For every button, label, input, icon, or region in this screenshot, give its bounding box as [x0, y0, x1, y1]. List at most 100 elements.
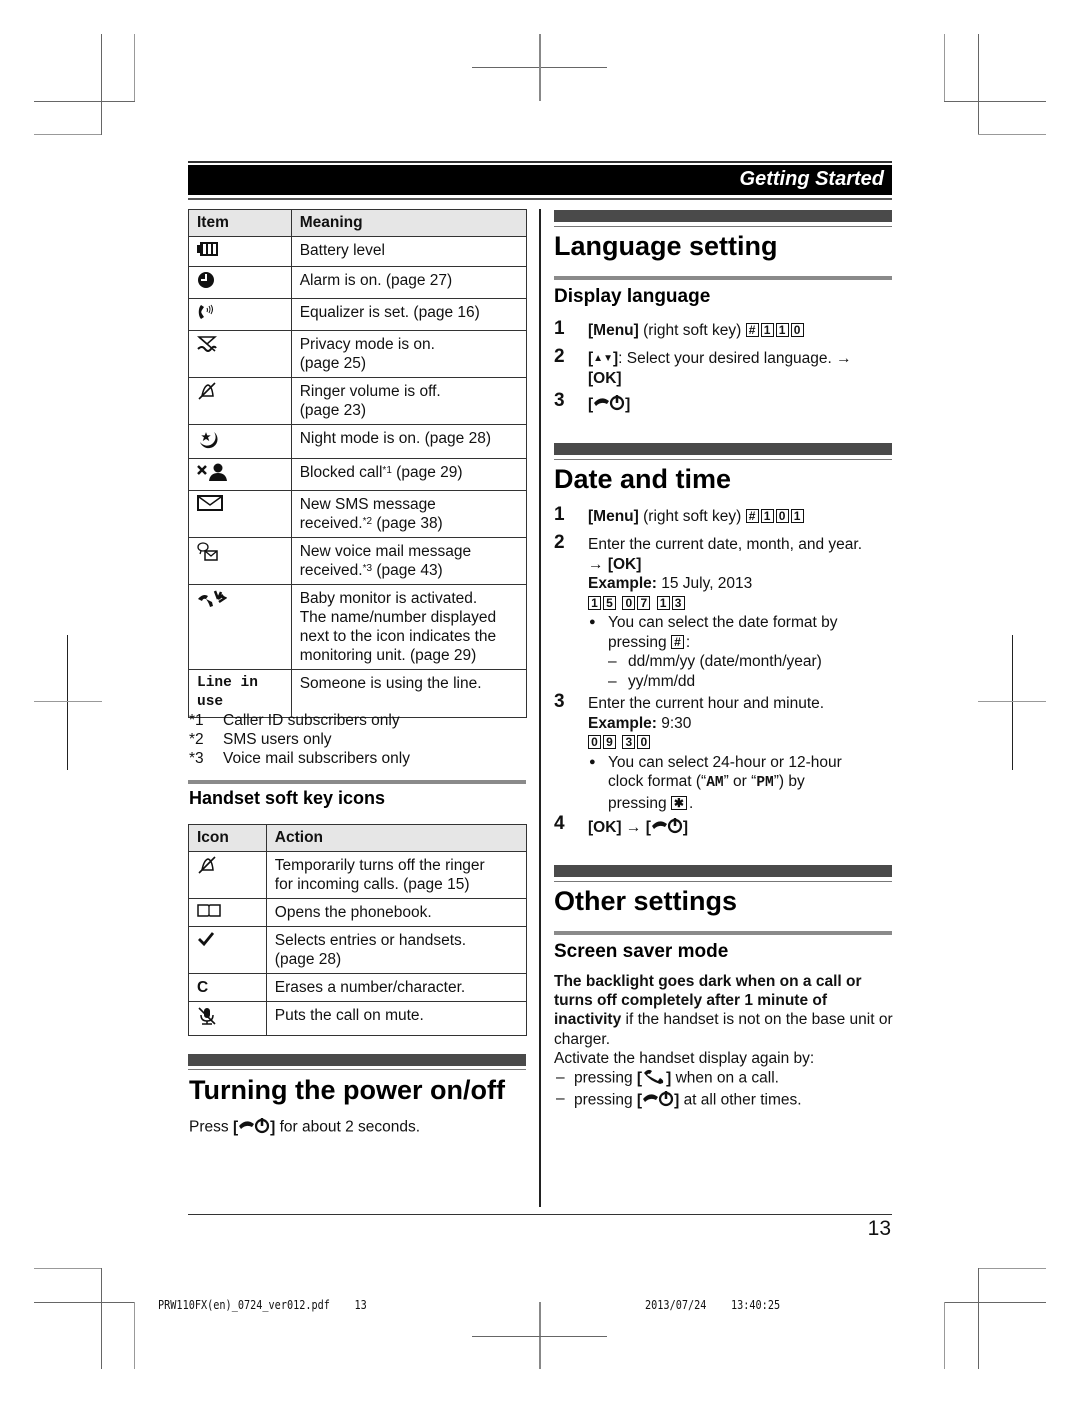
- column-header-item: Item: [188, 209, 292, 237]
- meaning-cell: New voice mail message received.*3 (page …: [290, 537, 528, 585]
- section-header-bar: Getting Started: [188, 165, 892, 195]
- table-row: Selects entries or handsets. (page 28): [188, 926, 528, 975]
- display-icons-table: Item Meaning Battery level Alarm is on. …: [188, 209, 528, 718]
- power-off-key: []: [233, 1116, 275, 1139]
- subsection-title: Display language: [554, 286, 711, 307]
- arrow-icon: →: [588, 555, 604, 573]
- arrow-icon: →: [836, 350, 852, 367]
- table-row: C Erases a number/character.: [188, 973, 528, 1003]
- section-bar: [188, 1054, 526, 1066]
- section-rule: [554, 459, 892, 460]
- meaning-cell: Alarm is on. (page 27): [290, 266, 528, 299]
- ok-key: [OK]: [607, 555, 642, 573]
- subsection-rule: [554, 931, 892, 935]
- action-cell: Temporarily turns off the ringer for inco…: [265, 851, 528, 899]
- key-digit: 1: [760, 509, 774, 523]
- hang-up-power-icon: [238, 1116, 270, 1139]
- key-digit: 0: [775, 509, 789, 523]
- table-row: Battery level: [188, 236, 528, 267]
- mute-icon: [197, 1006, 217, 1031]
- power-off-key: []: [646, 818, 688, 836]
- footnote: *1 Caller ID subscribers only: [189, 712, 400, 729]
- footnote: *3 Voice mail subscribers only: [189, 750, 410, 767]
- meaning-cell: Ringer volume is off. (page 23): [290, 377, 528, 425]
- section-rule: [188, 1069, 526, 1070]
- action-cell: Erases a number/character.: [265, 973, 528, 1003]
- list-item: pressing [] when on a call.: [554, 1068, 894, 1089]
- meaning-cell: Battery level: [290, 236, 528, 267]
- arrow-icon: →: [625, 818, 642, 836]
- table-row: New voice mail message received.*3 (page …: [188, 537, 528, 585]
- key-digit: 1: [790, 509, 804, 523]
- equalizer-phone-icon: [197, 303, 217, 326]
- checkmark-icon: [197, 931, 215, 952]
- section-bar: [554, 865, 892, 877]
- up-down-icon: ▲▼: [593, 353, 613, 364]
- section-bar: [554, 210, 892, 222]
- table-row: New SMS message received.*2 (page 38): [188, 490, 528, 538]
- section-bar: [554, 443, 892, 455]
- table-row: Puts the call on mute.: [188, 1001, 528, 1037]
- menu-key: [Menu]: [588, 322, 639, 339]
- key-star: ✱: [670, 795, 687, 810]
- talk-key: []: [637, 1070, 671, 1087]
- talk-phone-icon: [642, 1068, 666, 1089]
- header-rule: [188, 198, 892, 200]
- key-sequence: 15 07 13: [588, 594, 893, 614]
- column-header-action: Action: [265, 824, 528, 852]
- privacy-mode-icon: [197, 335, 217, 358]
- hang-up-power-icon: [642, 1089, 674, 1112]
- action-cell: Puts the call on mute.: [265, 1001, 528, 1037]
- night-mode-icon: [197, 429, 219, 454]
- hang-up-power-icon: [651, 816, 683, 840]
- footnote: *2 SMS users only: [189, 731, 332, 748]
- key-sequence: 09 30: [588, 733, 893, 753]
- date-format-option: yy/mm/dd: [588, 672, 893, 692]
- table-header-row: Icon Action: [188, 824, 528, 852]
- action-cell: Opens the phonebook.: [265, 897, 528, 928]
- column-header-icon: Icon: [188, 824, 267, 852]
- hang-up-power-icon: [593, 393, 625, 417]
- soft-key-icons-table: Icon Action Temporarily turns off the ri…: [188, 824, 528, 1037]
- meaning-cell: Equalizer is set. (page 16): [290, 298, 528, 331]
- column-divider: [539, 209, 541, 1207]
- sms-envelope-icon: [197, 495, 223, 516]
- baby-monitor-icon: [197, 589, 228, 614]
- power-instruction: Press [] for about 2 seconds.: [189, 1116, 420, 1139]
- section-heading-date-time: Date and time: [554, 464, 732, 494]
- table-row: Opens the phonebook.: [188, 897, 528, 928]
- power-off-key: []: [588, 395, 630, 413]
- ringer-off-icon: [197, 382, 217, 405]
- print-timestamp: 2013/07/24 13:40:25: [645, 1298, 781, 1312]
- ok-key: [OK]: [588, 818, 622, 836]
- subsection-title: Screen saver mode: [554, 941, 729, 962]
- section-title: Getting Started: [739, 168, 884, 190]
- blocked-call-icon: [197, 463, 229, 486]
- key-hash: #: [745, 323, 759, 337]
- key-hash: #: [745, 509, 759, 523]
- subsection-title: Handset soft key icons: [189, 788, 386, 808]
- subsection-rule: [188, 780, 526, 784]
- table-header-row: Item Meaning: [188, 209, 528, 237]
- page-number: 13: [867, 1217, 891, 1240]
- section-rule: [554, 881, 892, 882]
- screen-saver-description: The backlight goes dark when on a call o…: [554, 972, 894, 1112]
- voice-mail-icon: [197, 542, 219, 567]
- footnotes: *1 Caller ID subscribers only *2 SMS users…: [189, 711, 410, 768]
- menu-key: [Menu]: [588, 508, 639, 525]
- column-header-meaning: Meaning: [290, 209, 528, 237]
- meaning-cell: Privacy mode is on. (page 25): [290, 330, 528, 378]
- table-row: Night mode is on. (page 28): [188, 424, 528, 459]
- print-file-info: PRW110FX(en)_0724_ver012.pdf 13: [158, 1298, 367, 1312]
- alarm-clock-icon: [197, 271, 215, 294]
- phonebook-icon: [197, 903, 221, 922]
- key-digit: 1: [760, 323, 774, 337]
- key-digit: 1: [775, 323, 789, 337]
- ok-key: [OK]: [588, 369, 622, 387]
- meaning-cell: Blocked call*1 (page 29): [290, 458, 528, 491]
- meaning-cell: Night mode is on. (page 28): [290, 424, 528, 459]
- footer-rule: [188, 1214, 892, 1215]
- table-row: Blocked call*1 (page 29): [188, 458, 528, 491]
- table-row: Ringer volume is off. (page 23): [188, 377, 528, 425]
- subsection-rule: [554, 276, 892, 280]
